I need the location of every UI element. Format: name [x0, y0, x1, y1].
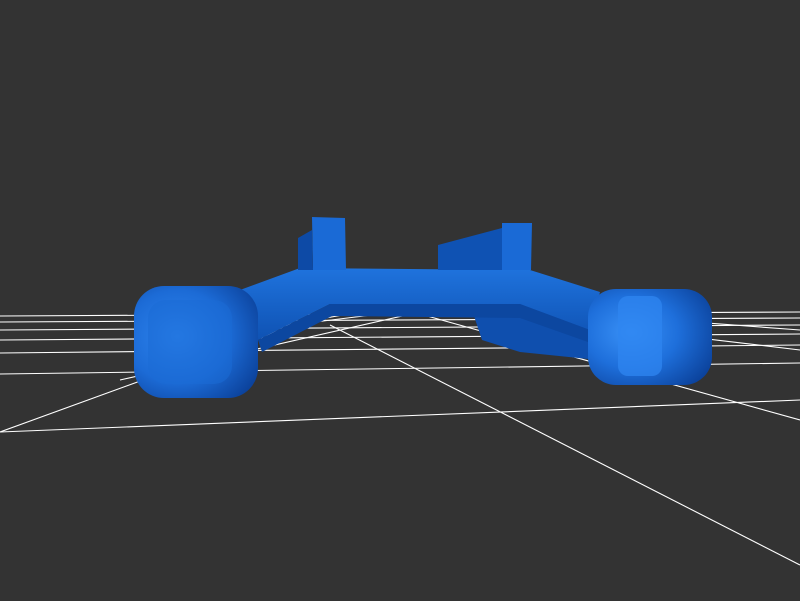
model-left-tab: [312, 217, 346, 270]
model-right-wheel-face: [618, 296, 662, 376]
grid-line: [329, 324, 800, 566]
model-left-tab-side: [298, 230, 313, 270]
model-right-tab-side: [438, 228, 502, 270]
scene-canvas[interactable]: [0, 0, 800, 601]
model-left-wheel-face: [148, 300, 232, 384]
3d-model[interactable]: [134, 217, 712, 398]
3d-viewport[interactable]: [0, 0, 800, 601]
model-right-tab: [502, 223, 532, 270]
grid-line: [0, 399, 800, 433]
